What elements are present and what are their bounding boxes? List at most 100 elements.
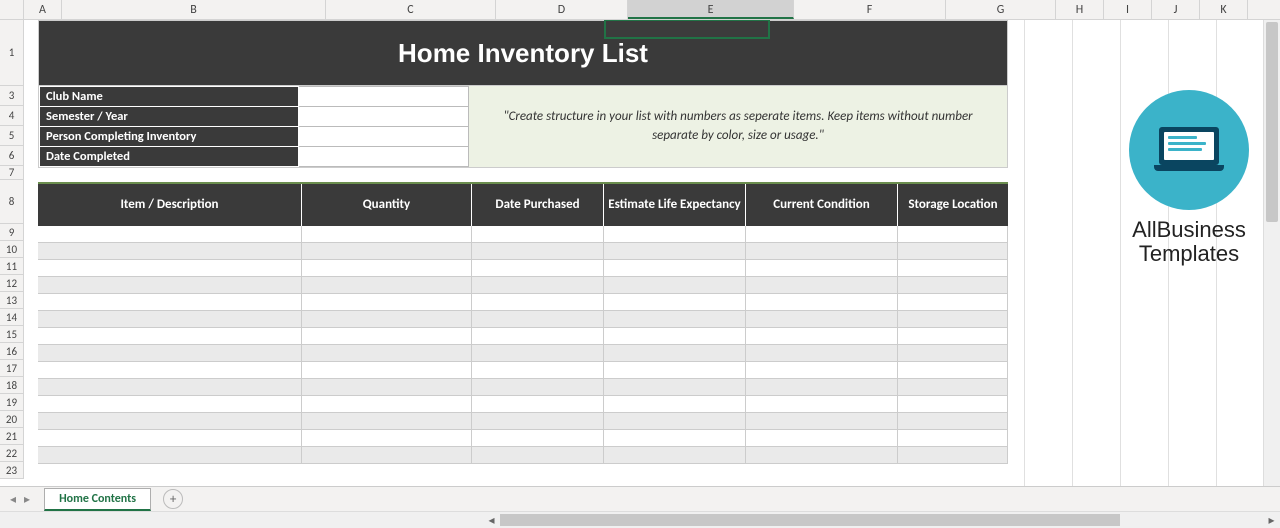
table-row[interactable] [38,260,1008,277]
table-cell[interactable] [746,362,898,379]
row-header-22[interactable]: 22 [0,445,24,462]
table-cell[interactable] [38,362,302,379]
worksheet-area[interactable]: Home Inventory List Club Name Semester /… [24,20,1262,486]
row-header-14[interactable]: 14 [0,309,24,326]
table-cell[interactable] [302,447,472,464]
input-person[interactable] [299,127,469,147]
row-header-23[interactable]: 23 [0,462,24,479]
table-row[interactable] [38,328,1008,345]
table-cell[interactable] [472,328,604,345]
row-headers[interactable]: 134567891011121314151617181920212223 [0,20,24,479]
table-cell[interactable] [302,294,472,311]
vertical-scrollbar[interactable] [1263,20,1280,486]
sheet-tab-active[interactable]: Home Contents [44,488,151,511]
table-row[interactable] [38,294,1008,311]
row-header-11[interactable]: 11 [0,258,24,275]
table-cell[interactable] [302,396,472,413]
table-cell[interactable] [38,260,302,277]
table-cell[interactable] [746,447,898,464]
row-header-6[interactable]: 6 [0,146,24,166]
table-cell[interactable] [898,379,1008,396]
table-cell[interactable] [302,430,472,447]
table-row[interactable] [38,362,1008,379]
vertical-scroll-thumb[interactable] [1266,22,1278,222]
table-cell[interactable] [604,243,746,260]
table-cell[interactable] [604,260,746,277]
row-header-12[interactable]: 12 [0,275,24,292]
table-cell[interactable] [302,362,472,379]
table-cell[interactable] [898,345,1008,362]
row-header-17[interactable]: 17 [0,360,24,377]
table-cell[interactable] [472,362,604,379]
table-cell[interactable] [898,396,1008,413]
row-header-19[interactable]: 19 [0,394,24,411]
table-cell[interactable] [38,226,302,243]
table-cell[interactable] [472,226,604,243]
column-header-K[interactable]: K [1200,0,1248,19]
table-cell[interactable] [898,311,1008,328]
table-cell[interactable] [898,328,1008,345]
hscroll-left-icon[interactable]: ◂ [483,512,500,528]
row-header-3[interactable]: 3 [0,86,24,106]
table-cell[interactable] [746,430,898,447]
table-cell[interactable] [746,396,898,413]
table-cell[interactable] [604,447,746,464]
row-header-16[interactable]: 16 [0,343,24,360]
tab-next-icon[interactable]: ▸ [22,490,32,509]
table-cell[interactable] [604,362,746,379]
table-cell[interactable] [746,243,898,260]
table-cell[interactable] [472,345,604,362]
row-header-7[interactable]: 7 [0,166,24,180]
table-cell[interactable] [38,396,302,413]
row-header-4[interactable]: 4 [0,106,24,126]
horizontal-scrollbar[interactable]: ◂ ▸ [0,511,1280,528]
table-row[interactable] [38,243,1008,260]
table-cell[interactable] [604,294,746,311]
column-header-H[interactable]: H [1056,0,1104,19]
column-header-D[interactable]: D [496,0,628,19]
column-header-C[interactable]: C [326,0,496,19]
table-cell[interactable] [472,413,604,430]
row-header-1[interactable]: 1 [0,20,24,86]
table-row[interactable] [38,396,1008,413]
column-headers[interactable]: ABCDEFGHIJK [0,0,1280,20]
table-cell[interactable] [746,226,898,243]
table-cell[interactable] [302,311,472,328]
row-header-18[interactable]: 18 [0,377,24,394]
table-cell[interactable] [302,328,472,345]
table-cell[interactable] [302,277,472,294]
table-cell[interactable] [38,311,302,328]
table-row[interactable] [38,345,1008,362]
table-row[interactable] [38,311,1008,328]
input-club-name[interactable] [299,87,469,107]
column-header-B[interactable]: B [62,0,326,19]
column-header-A[interactable]: A [24,0,62,19]
table-cell[interactable] [746,294,898,311]
row-header-10[interactable]: 10 [0,241,24,258]
table-cell[interactable] [898,447,1008,464]
table-cell[interactable] [472,396,604,413]
table-cell[interactable] [302,243,472,260]
column-header-G[interactable]: G [946,0,1056,19]
hscroll-right-icon[interactable]: ▸ [1263,512,1280,528]
table-cell[interactable] [746,345,898,362]
table-cell[interactable] [38,345,302,362]
table-cell[interactable] [472,447,604,464]
table-cell[interactable] [302,379,472,396]
table-cell[interactable] [472,379,604,396]
table-cell[interactable] [38,294,302,311]
tab-prev-icon[interactable]: ◂ [8,490,18,509]
table-cell[interactable] [604,430,746,447]
table-cell[interactable] [302,226,472,243]
table-cell[interactable] [746,328,898,345]
table-cell[interactable] [38,379,302,396]
table-row[interactable] [38,447,1008,464]
select-all-corner[interactable] [0,0,24,19]
table-cell[interactable] [38,447,302,464]
table-row[interactable] [38,379,1008,396]
sheet-tab-bar[interactable]: ◂ ▸ Home Contents + [0,486,1280,511]
table-cell[interactable] [746,311,898,328]
row-header-8[interactable]: 8 [0,180,24,224]
table-cell[interactable] [38,243,302,260]
table-cell[interactable] [38,413,302,430]
